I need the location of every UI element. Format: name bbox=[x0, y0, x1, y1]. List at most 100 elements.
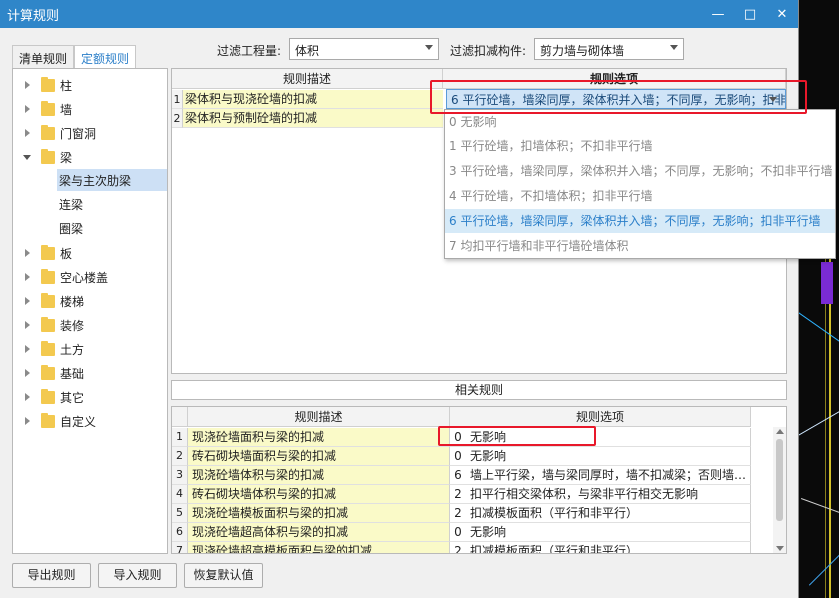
collapse-arrow-icon[interactable] bbox=[23, 154, 31, 160]
row-number: 6 bbox=[172, 523, 188, 542]
tab-quota-rules[interactable]: 定额规则 bbox=[74, 45, 137, 69]
dropdown-option[interactable]: 3 平行砼墙，墙梁同厚，梁体积并入墙；不同厚，无影响；不扣非平行墙 bbox=[445, 159, 835, 183]
expand-arrow-icon[interactable] bbox=[25, 273, 30, 281]
window-title: 计算规则 bbox=[7, 8, 60, 24]
tree-item[interactable]: 门窗洞 bbox=[13, 121, 167, 145]
maximize-button[interactable]: □ bbox=[734, 7, 766, 22]
expand-arrow-icon[interactable] bbox=[25, 369, 30, 377]
rule-option-dropdown: 0 无影响 1 平行砼墙，扣墙体积；不扣非平行墙 3 平行砼墙，墙梁同厚，梁体积… bbox=[444, 109, 836, 259]
row-desc: 现浇砼墙面积与梁的扣减 bbox=[188, 428, 450, 447]
background-shape bbox=[821, 262, 833, 304]
row-option: 扣减模板面积（平行和非平行） bbox=[466, 542, 751, 553]
folder-icon bbox=[41, 148, 55, 164]
expand-arrow-icon[interactable] bbox=[25, 81, 30, 89]
tab-bill-rules[interactable]: 清单规则 bbox=[12, 45, 75, 68]
row-option: 无影响 bbox=[466, 523, 751, 542]
tree-item[interactable]: 基础 bbox=[13, 361, 167, 385]
column-header-desc: 规则描述 bbox=[172, 69, 443, 89]
export-rules-button[interactable]: 导出规则 bbox=[12, 563, 91, 588]
scroll-thumb[interactable] bbox=[776, 439, 783, 521]
dropdown-option-highlighted[interactable]: 6 平行砼墙，墙梁同厚，梁体积并入墙；不同厚，无影响；扣非平行墙 bbox=[445, 209, 835, 233]
tree-item[interactable]: 墙 bbox=[13, 97, 167, 121]
row-number: 1 bbox=[172, 90, 183, 109]
tree-item-label: 梁 bbox=[60, 150, 73, 165]
tree-item[interactable]: 土方 bbox=[13, 337, 167, 361]
filter-component-value: 剪力墙与砌体墙 bbox=[540, 44, 625, 58]
row-desc: 现浇砼墙模板面积与梁的扣减 bbox=[188, 504, 450, 523]
table-row[interactable]: 2 砖石砌块墙面积与梁的扣减 0 无影响 bbox=[172, 447, 752, 466]
table-row[interactable]: 6 现浇砼墙超高体积与梁的扣减 0 无影响 bbox=[172, 523, 752, 542]
filter-component-select[interactable]: 剪力墙与砌体墙 bbox=[534, 38, 684, 60]
tree-item[interactable]: 柱 bbox=[13, 73, 167, 97]
row-number: 3 bbox=[172, 466, 188, 485]
related-rules-header: 相关规则 bbox=[171, 380, 787, 400]
table-row[interactable]: 5 现浇砼墙模板面积与梁的扣减 2 扣减模板面积（平行和非平行） bbox=[172, 504, 752, 523]
filter-component-label: 过滤扣减构件: bbox=[450, 44, 527, 58]
filter-quantity-select[interactable]: 体积 bbox=[289, 38, 439, 60]
tree-item[interactable]: 楼梯 bbox=[13, 289, 167, 313]
table-row[interactable]: 7 现浇砼墙超高模板面积与梁的扣减 2 扣减模板面积（平行和非平行） bbox=[172, 542, 752, 553]
tree-item-label: 门窗洞 bbox=[60, 126, 97, 141]
column-header-desc: 规则描述 bbox=[188, 407, 450, 427]
row-desc: 砖石砌块墙面积与梁的扣减 bbox=[188, 447, 450, 466]
row-desc: 梁体积与现浇砼墙的扣减 bbox=[183, 90, 443, 109]
dropdown-option[interactable]: 1 平行砼墙，扣墙体积；不扣非平行墙 bbox=[445, 134, 835, 158]
expand-arrow-icon[interactable] bbox=[25, 297, 30, 305]
tree-subitem-selected[interactable]: 梁与主次肋梁 bbox=[57, 169, 167, 191]
row-option: 墙上平行梁，墙与梁同厚时，墙不扣减梁；否则墙… bbox=[466, 466, 751, 485]
tree-item-label: 空心楼盖 bbox=[60, 270, 109, 285]
tree-item-label: 装修 bbox=[60, 318, 85, 333]
background-line bbox=[829, 255, 831, 598]
restore-defaults-button[interactable]: 恢复默认值 bbox=[184, 563, 263, 588]
dropdown-option[interactable]: 4 平行砼墙，不扣墙体积；扣非平行墙 bbox=[445, 184, 835, 208]
row-option-num: 6 bbox=[450, 466, 466, 485]
table-row[interactable]: 3 现浇砼墙体积与梁的扣减 6 墙上平行梁，墙与梁同厚时，墙不扣减梁；否则墙… bbox=[172, 466, 752, 485]
folder-icon bbox=[41, 412, 55, 428]
expand-arrow-icon[interactable] bbox=[25, 393, 30, 401]
dropdown-option[interactable]: 7 均扣平行墙和非平行墙砼墙体积 bbox=[445, 234, 835, 258]
folder-icon bbox=[41, 316, 55, 332]
row-number: 2 bbox=[172, 447, 188, 466]
tree-item-label: 自定义 bbox=[60, 414, 97, 429]
minimize-button[interactable]: — bbox=[702, 7, 734, 22]
background-line bbox=[825, 255, 826, 598]
tree-subitem[interactable]: 圈梁 bbox=[57, 217, 83, 239]
expand-arrow-icon[interactable] bbox=[25, 105, 30, 113]
expand-arrow-icon[interactable] bbox=[25, 417, 30, 425]
highlight-box bbox=[438, 426, 596, 446]
import-rules-button[interactable]: 导入规则 bbox=[98, 563, 177, 588]
tree-item[interactable]: 空心楼盖 bbox=[13, 265, 167, 289]
expand-arrow-icon[interactable] bbox=[25, 345, 30, 353]
tree-item-label: 土方 bbox=[60, 342, 85, 357]
row-desc: 现浇砼墙体积与梁的扣减 bbox=[188, 466, 450, 485]
vertical-scrollbar[interactable] bbox=[773, 427, 786, 553]
scroll-down-icon[interactable] bbox=[776, 546, 784, 551]
expand-arrow-icon[interactable] bbox=[25, 129, 30, 137]
row-option: 无影响 bbox=[466, 447, 751, 466]
row-number: 4 bbox=[172, 485, 188, 504]
folder-icon bbox=[41, 340, 55, 356]
chevron-down-icon bbox=[670, 45, 678, 50]
row-option-num: 0 bbox=[450, 447, 466, 466]
column-header-num bbox=[172, 407, 188, 427]
folder-icon bbox=[41, 364, 55, 380]
tree-item[interactable]: 板 bbox=[13, 241, 167, 265]
tree-subitem[interactable]: 连梁 bbox=[57, 193, 83, 215]
row-desc: 砖石砌块墙体积与梁的扣减 bbox=[188, 485, 450, 504]
tree-item-label: 板 bbox=[60, 246, 73, 261]
component-tree: 柱 墙 门窗洞 梁 梁与主次肋梁 连梁 圈梁 板 空心楼盖 楼梯 装修 土方 基… bbox=[12, 68, 168, 554]
tree-item[interactable]: 自定义 bbox=[13, 409, 167, 433]
expand-arrow-icon[interactable] bbox=[25, 249, 30, 257]
expand-arrow-icon[interactable] bbox=[25, 321, 30, 329]
scroll-up-icon[interactable] bbox=[776, 429, 784, 434]
table-row[interactable]: 4 砖石砌块墙体积与梁的扣减 2 扣平行相交梁体积，与梁非平行相交无影响 bbox=[172, 485, 752, 504]
close-button[interactable]: ✕ bbox=[766, 7, 798, 22]
tree-item[interactable]: 装修 bbox=[13, 313, 167, 337]
column-header-option: 规则选项 bbox=[450, 407, 751, 427]
tree-item[interactable]: 梁 bbox=[13, 145, 167, 169]
row-option: 扣减模板面积（平行和非平行） bbox=[466, 504, 751, 523]
folder-icon bbox=[41, 388, 55, 404]
tree-item[interactable]: 其它 bbox=[13, 385, 167, 409]
chevron-down-icon bbox=[425, 45, 433, 50]
row-desc: 现浇砼墙超高体积与梁的扣减 bbox=[188, 523, 450, 542]
